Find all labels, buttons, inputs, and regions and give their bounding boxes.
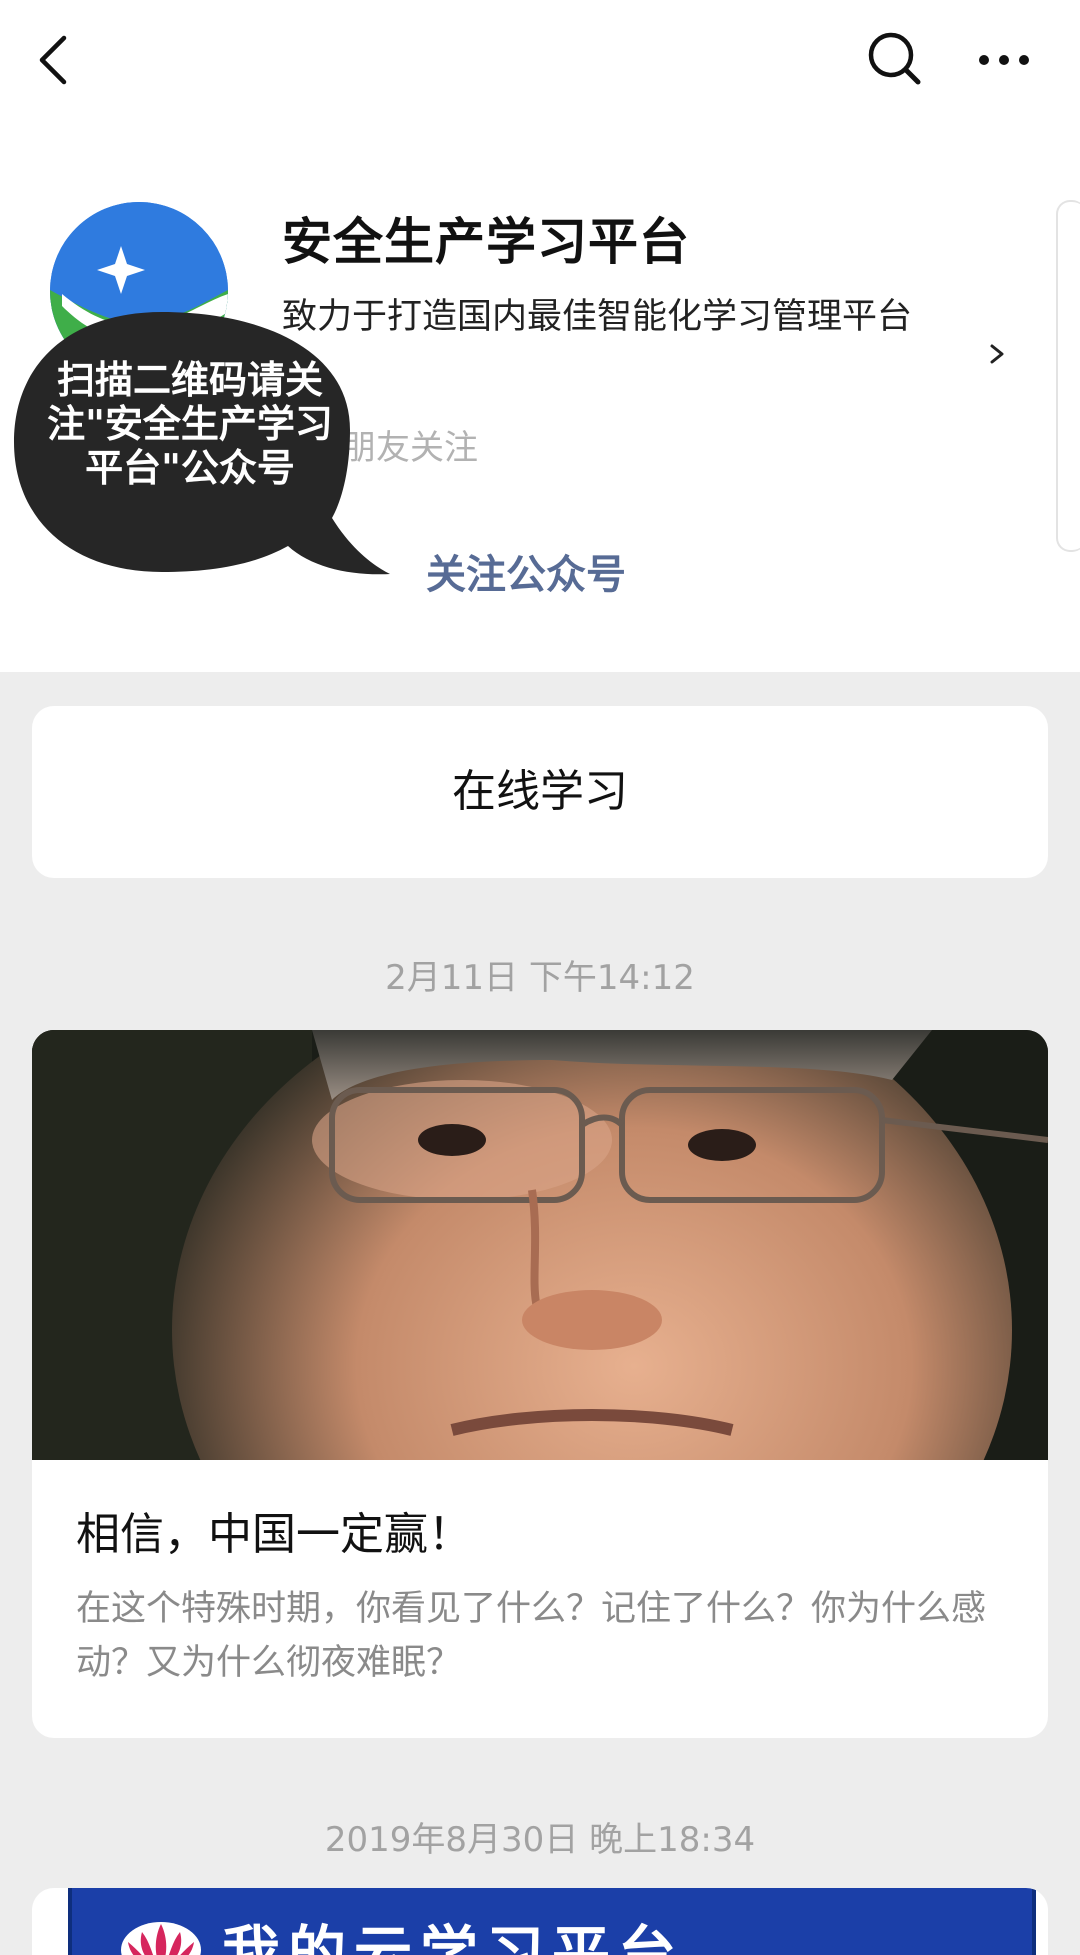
more-horizontal-icon [979, 55, 1029, 65]
article-card[interactable]: 相信，中国一定赢！ 在这个特殊时期，你看见了什么？记住了什么？你为什么感动？又为… [32, 1030, 1048, 1738]
chevron-right-icon[interactable] [982, 330, 1012, 378]
article-cover-image: 我的云学习平台 [68, 1888, 1036, 1955]
menu-online-learning[interactable]: 在线学习 [32, 706, 1048, 878]
qr-prompt-bubble: 扫描二维码请关注"安全生产学习平台"公众号 [12, 310, 392, 580]
article-card[interactable]: 我的云学习平台 [32, 1888, 1048, 1955]
article-cover-title: 我的云学习平台 [222, 1919, 685, 1955]
article-cover-image [32, 1030, 1048, 1460]
article-digest: 在这个特殊时期，你看见了什么？记住了什么？你为什么感动？又为什么彻夜难眠？ [76, 1589, 987, 1683]
back-button[interactable] [32, 30, 80, 90]
article-title: 相信，中国一定赢！ [76, 1509, 472, 1560]
chevron-left-icon [39, 35, 67, 85]
menu-online-learning-label: 在线学习 [452, 766, 628, 817]
qr-prompt-text: 扫描二维码请关注"安全生产学习平台"公众号 [47, 358, 333, 490]
follow-account-button[interactable]: 关注公众号 [426, 542, 626, 600]
account-name: 安全生产学习平台 [282, 213, 690, 271]
top-bar [0, 0, 1080, 120]
search-button[interactable] [866, 28, 922, 90]
search-icon [868, 32, 921, 85]
lotus-logo-icon [121, 1922, 201, 1955]
message-timestamp: 2月11日 下午14:12 [385, 958, 695, 998]
side-panel-edge [1056, 200, 1080, 552]
more-button[interactable] [976, 40, 1032, 80]
message-timestamp: 2019年8月30日 晚上18:34 [324, 1820, 756, 1860]
